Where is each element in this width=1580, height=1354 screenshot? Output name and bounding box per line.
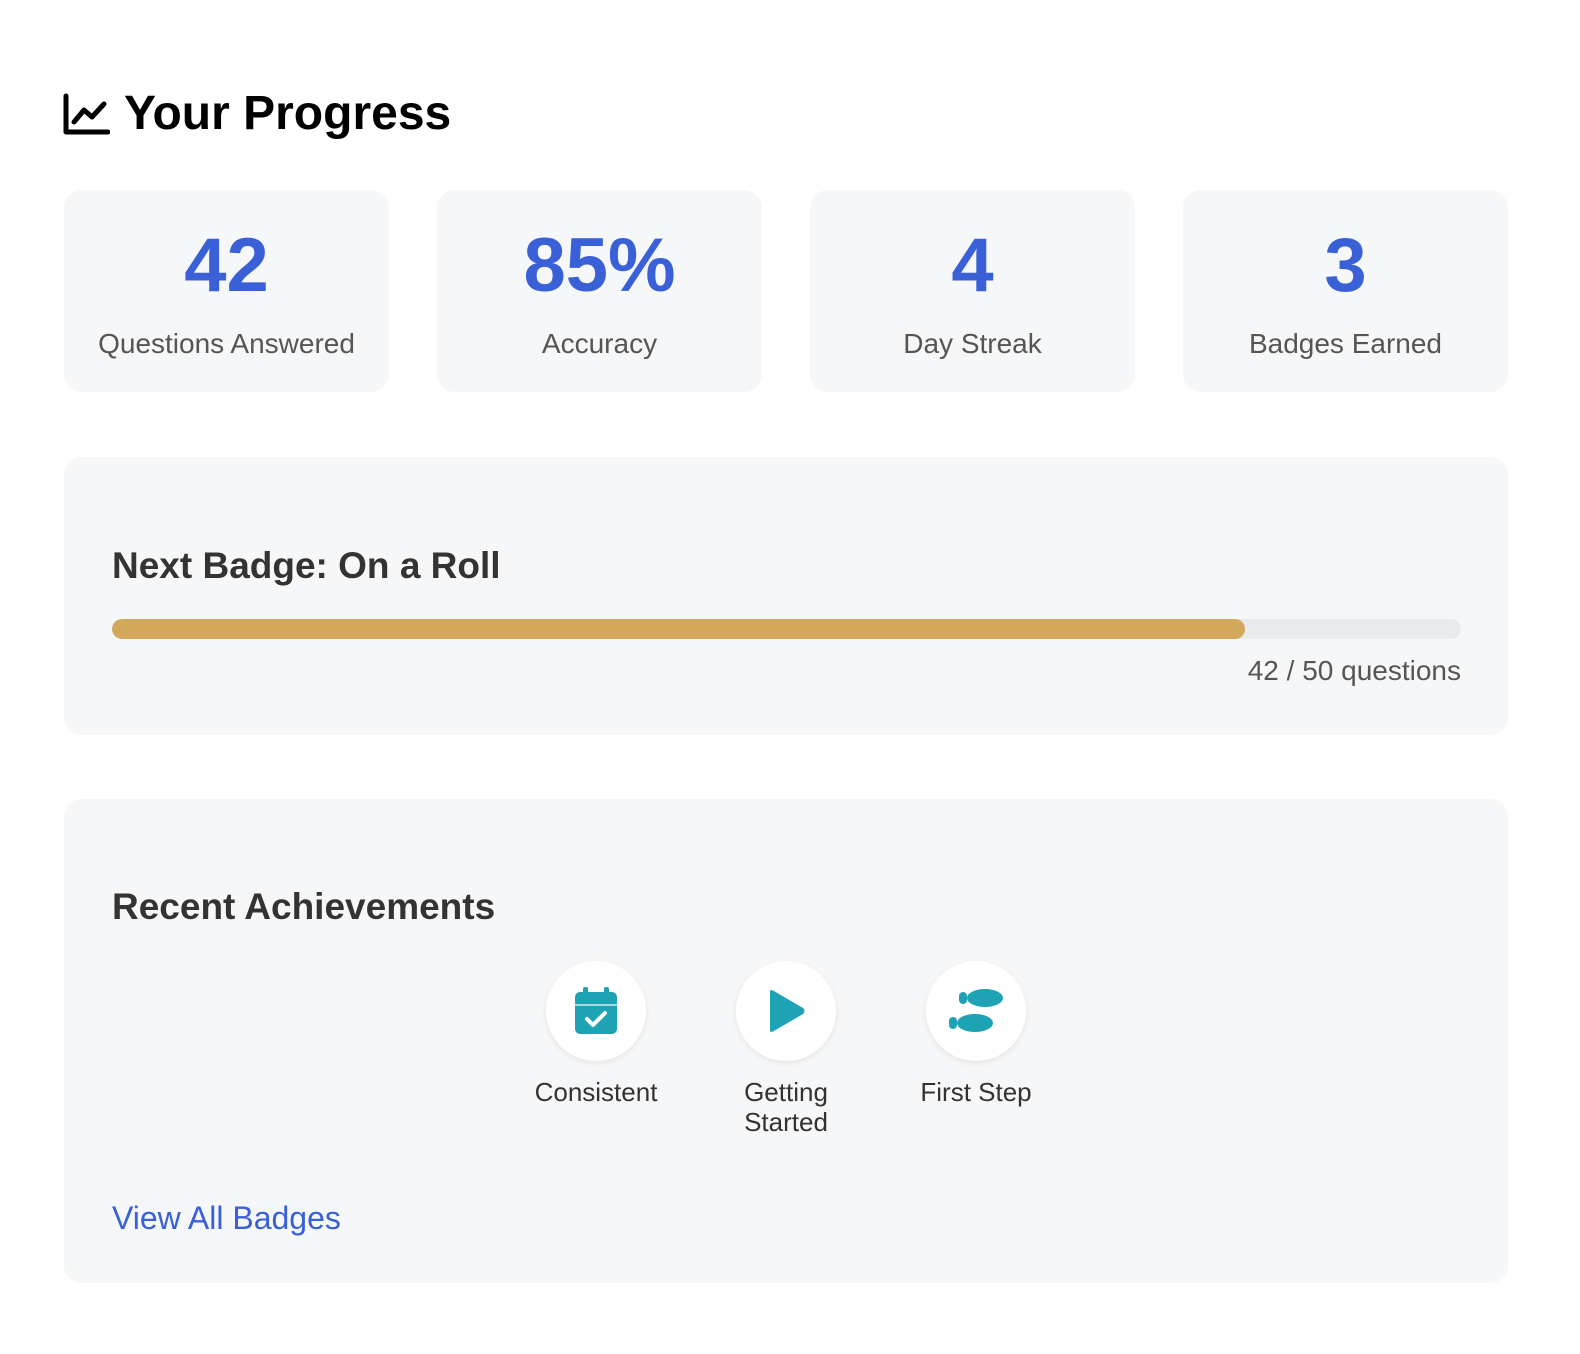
achievement-list: Consistent Getting Started First Step (64, 961, 1508, 1137)
stat-value: 42 (184, 223, 269, 308)
stat-card-questions: 42 Questions Answered (64, 190, 389, 392)
achievement-badge-first-step[interactable]: First Step (920, 961, 1032, 1137)
progress-bar-fill (112, 619, 1246, 639)
stats-row: 42 Questions Answered 85% Accuracy 4 Day… (64, 190, 1508, 392)
badge-name: First Step (920, 1077, 1032, 1107)
progress-bar (112, 619, 1461, 639)
recent-achievements-panel: Recent Achievements Consistent Getting S… (64, 799, 1508, 1283)
badge-name: Consistent (534, 1077, 658, 1107)
badge-circle (736, 961, 836, 1061)
stat-value: 3 (1324, 223, 1367, 308)
shoe-prints-icon (945, 987, 1007, 1035)
stat-card-badges: 3 Badges Earned (1183, 190, 1508, 392)
play-icon (766, 989, 806, 1033)
stat-card-accuracy: 85% Accuracy (437, 190, 762, 392)
page-title: Your Progress (124, 87, 452, 140)
stat-label: Day Streak (903, 328, 1042, 359)
next-badge-title: Next Badge: On a Roll (112, 545, 501, 586)
progress-text: 42 / 50 questions (1247, 655, 1461, 686)
stat-label: Questions Answered (98, 328, 355, 359)
stat-label: Badges Earned (1248, 328, 1443, 359)
stat-card-streak: 4 Day Streak (810, 190, 1135, 392)
calendar-check-icon (574, 987, 618, 1035)
progress-page: Your Progress 42 Questions Answered 85% … (0, 0, 1580, 1354)
badge-name: Getting Started (744, 1077, 828, 1137)
view-all-badges-link[interactable]: View All Badges (112, 1199, 341, 1237)
next-badge-panel: Next Badge: On a Roll 42 / 50 questions (64, 457, 1508, 735)
stat-value: 4 (951, 223, 994, 308)
chart-line-icon (62, 92, 110, 136)
progress-header: Your Progress (62, 86, 451, 142)
stat-value: 85% (523, 223, 676, 308)
achievement-badge-getting-started[interactable]: Getting Started (731, 961, 841, 1137)
achievements-title: Recent Achievements (112, 886, 496, 927)
achievement-badge-consistent[interactable]: Consistent (535, 961, 657, 1137)
stat-label: Accuracy (541, 328, 658, 359)
badge-circle (926, 961, 1026, 1061)
badge-circle (546, 961, 646, 1061)
